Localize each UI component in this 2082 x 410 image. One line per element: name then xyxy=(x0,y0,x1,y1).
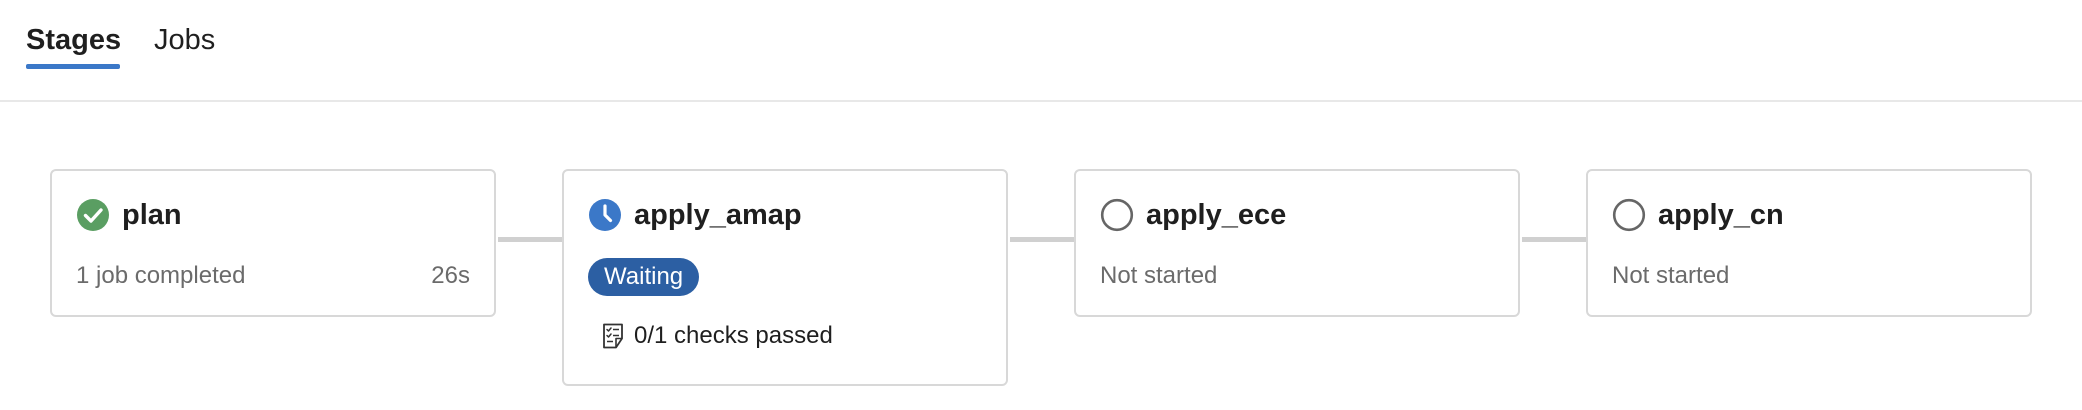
success-check-icon xyxy=(77,199,109,231)
stage-name: apply_ece xyxy=(1146,199,1287,231)
stage-connector xyxy=(1010,237,1076,242)
stage-summary: Not started xyxy=(1100,262,1218,289)
not-started-circle-icon xyxy=(1612,198,1646,232)
stage-connector xyxy=(1522,237,1588,242)
status-badge: Waiting xyxy=(588,258,700,296)
stage-tabs: Stages Jobs xyxy=(0,0,2082,102)
tab-jobs[interactable]: Jobs xyxy=(154,22,215,58)
clock-waiting-icon xyxy=(589,199,621,231)
checks-label: 0/1 checks passed xyxy=(634,322,833,349)
checklist-icon xyxy=(603,323,623,349)
stage-card-apply-amap[interactable]: apply_amap Waiting 0/1 checks passed xyxy=(562,169,1008,386)
stage-card-plan[interactable]: plan 1 job completed 26s xyxy=(50,169,496,317)
stage-name: apply_cn xyxy=(1658,199,1784,231)
tab-stages[interactable]: Stages xyxy=(26,22,121,58)
active-tab-indicator xyxy=(26,64,120,69)
stage-duration: 26s xyxy=(431,262,470,289)
stage-name: plan xyxy=(122,199,182,231)
stage-name: apply_amap xyxy=(634,199,802,231)
stage-card-apply-cn[interactable]: apply_cn Not started xyxy=(1586,169,2032,317)
stage-summary: 1 job completed xyxy=(76,262,246,289)
stage-summary: Not started xyxy=(1612,262,1730,289)
checks-status[interactable]: 0/1 checks passed xyxy=(602,320,833,352)
stage-card-apply-ece[interactable]: apply_ece Not started xyxy=(1074,169,1520,317)
stage-connector xyxy=(498,237,564,242)
not-started-circle-icon xyxy=(1100,198,1134,232)
